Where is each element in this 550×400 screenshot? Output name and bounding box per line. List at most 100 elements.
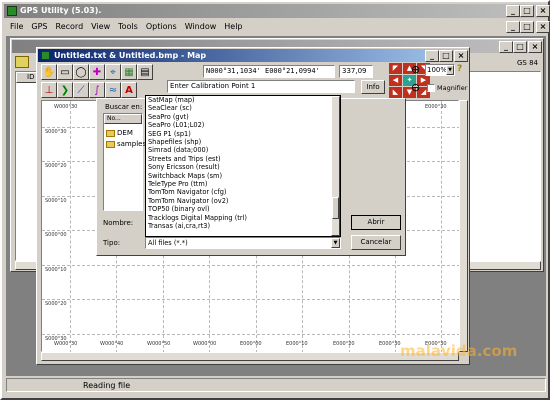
bg-toolbar-icon[interactable] [15, 56, 29, 68]
scale-field[interactable]: 337,09 [339, 65, 373, 78]
map-hscroll[interactable] [41, 352, 459, 361]
menu-gps[interactable]: GPS [27, 20, 51, 34]
track-icon[interactable]: ⟋ [73, 82, 89, 98]
map-minimize-button[interactable]: _ [425, 50, 439, 62]
format-option[interactable]: Switchback Maps (sm) [146, 172, 340, 180]
grid-vline [70, 101, 71, 353]
format-option[interactable]: Simrad (data;000) [146, 146, 340, 154]
app-window: GPS Utility (5.03). _ □ × File GPS Record V… [0, 0, 550, 400]
map-close-button[interactable]: × [454, 50, 468, 62]
app-minimize-button[interactable]: _ [506, 5, 520, 17]
bg-child-minimize-button[interactable]: _ [499, 41, 513, 53]
zoom-dropdown-arrow-icon[interactable]: ▼ [446, 65, 454, 75]
grid-label-bottom: E000°10 [286, 341, 308, 347]
map-vscroll[interactable] [459, 100, 468, 352]
route-icon[interactable]: ❯ [57, 82, 73, 98]
file-list[interactable]: No... DEM samples [103, 113, 146, 211]
grid-label-bottom: E000°00 [240, 341, 262, 347]
folder-dem[interactable]: DEM [106, 129, 142, 137]
nav-nw-icon[interactable]: ◤ [389, 63, 402, 74]
format-option[interactable]: SeaPro (L01;L02) [146, 121, 340, 129]
grid-hline [42, 265, 460, 266]
watermark: malavida.com [400, 342, 518, 360]
filetype-select[interactable]: All files (*.*) ▼ [145, 237, 341, 249]
open-button[interactable]: Abrir [351, 215, 401, 230]
format-option[interactable]: TomTom Navigator (cfg) [146, 188, 340, 196]
format-option[interactable]: TOP50 (binary ovl) [146, 205, 340, 213]
magnifier-checkbox[interactable] [427, 84, 435, 92]
format-option[interactable]: SeaClear (sc) [146, 104, 340, 112]
nav-w-icon[interactable]: ◀ [389, 75, 402, 86]
menu-options[interactable]: Options [142, 20, 181, 34]
format-list-thumb[interactable] [332, 197, 339, 219]
app-maximize-button[interactable]: □ [520, 5, 534, 17]
waypoint-icon[interactable]: ⌖ [105, 64, 121, 80]
curve-icon[interactable]: ∫ [89, 82, 105, 98]
text-tool-icon[interactable]: A [121, 82, 137, 98]
bg-child-maximize-button[interactable]: □ [513, 41, 527, 53]
app-close-button[interactable]: × [536, 5, 550, 17]
id-header-label: ID [27, 73, 35, 81]
ellipse-icon[interactable]: ◯ [73, 64, 89, 80]
status-text: Reading file [83, 381, 131, 390]
terrain-icon[interactable]: ▦ [121, 64, 137, 80]
name-column-header[interactable]: No... [104, 114, 142, 124]
grid-label-bottom: E000°30 [379, 341, 401, 347]
mdi-restore-button[interactable]: □ [520, 21, 534, 33]
grid-label-bottom: E000°20 [333, 341, 355, 347]
grid-label-bottom: W000°00 [193, 341, 217, 347]
zoom-select[interactable]: 100% ▼ [425, 64, 455, 76]
format-list: SatMap (map) SeaClear (sc) SeaPro (gvt) Sea… [146, 96, 340, 231]
folder-samples-label: samples [117, 140, 147, 148]
info-button[interactable]: Info [361, 80, 385, 94]
menu-record[interactable]: Record [52, 20, 88, 34]
mdi-minimize-button[interactable]: _ [506, 21, 520, 33]
format-option[interactable]: Streets and Trips (est) [146, 155, 340, 163]
wave-icon[interactable]: ≈ [105, 82, 121, 98]
calibration-field[interactable]: Enter Calibration Point 1 [167, 80, 355, 93]
filetype-dropdown-arrow-icon[interactable]: ▼ [331, 238, 340, 248]
format-list-scrollbar[interactable] [331, 96, 340, 236]
zoom-value: 100% [427, 66, 448, 74]
coordinate-field[interactable]: N000°31,1034' E000°21,0994' [203, 65, 335, 78]
baseline-icon[interactable]: ⊥ [41, 82, 57, 98]
menu-tools[interactable]: Tools [114, 20, 142, 34]
format-option[interactable]: SeaPro (gvt) [146, 113, 340, 121]
mdi-close-button[interactable]: × [536, 21, 550, 33]
grid-label-left: S000°00 [45, 232, 67, 238]
format-option[interactable]: Tracklogs Digital Mapping (trl) [146, 214, 340, 222]
menu-window[interactable]: Window [181, 20, 221, 34]
folder-samples[interactable]: samples [106, 140, 146, 148]
help-icon[interactable]: ? [457, 64, 462, 74]
format-option[interactable]: Transas (ai,cra,rt3) [146, 222, 340, 230]
image-icon[interactable]: ▤ [137, 64, 153, 80]
grid-label-top: E000°30 [425, 104, 447, 110]
format-option[interactable]: TeleType Pro (ttm) [146, 180, 340, 188]
zoom-out-glass-icon[interactable]: ⊖ [411, 82, 420, 94]
filetype-dropdown-list[interactable]: SatMap (map) SeaClear (sc) SeaPro (gvt) Sea… [145, 95, 341, 237]
zoom-in-glass-icon[interactable]: ⊕ [411, 64, 420, 76]
nav-sw-icon[interactable]: ◣ [389, 87, 402, 98]
add-point-icon[interactable]: ✚ [89, 64, 105, 80]
menu-help[interactable]: Help [220, 20, 246, 34]
format-option[interactable]: Sony Ericsson (result) [146, 163, 340, 171]
select-rect-icon[interactable]: ▭ [57, 64, 73, 80]
menu-file[interactable]: File [6, 20, 27, 34]
map-maximize-button[interactable]: □ [439, 50, 453, 62]
grid-hline [42, 334, 460, 335]
format-option[interactable]: SEG P1 (sp1) [146, 130, 340, 138]
lookin-label: Buscar en: [105, 103, 143, 111]
format-option[interactable]: SatMap (map) [146, 96, 340, 104]
format-option[interactable]: Shapefiles (shp) [146, 138, 340, 146]
grid-hline [42, 299, 460, 300]
grid-label-left: S000°20 [45, 301, 67, 307]
cancel-button[interactable]: Cancelar [351, 235, 401, 250]
bg-child-close-button[interactable]: × [528, 41, 542, 53]
format-option[interactable]: TomTom Navigator (ov2) [146, 197, 340, 205]
map-title-bar[interactable]: Untitled.txt & Untitled.bmp - Map [38, 49, 468, 62]
hand-icon[interactable]: ✋ [41, 64, 57, 80]
app-title-bar[interactable]: GPS Utility (5.03). [4, 4, 548, 18]
grid-label-left: S000°10 [45, 267, 67, 273]
menu-view[interactable]: View [87, 20, 114, 34]
folder-dem-label: DEM [117, 129, 133, 137]
